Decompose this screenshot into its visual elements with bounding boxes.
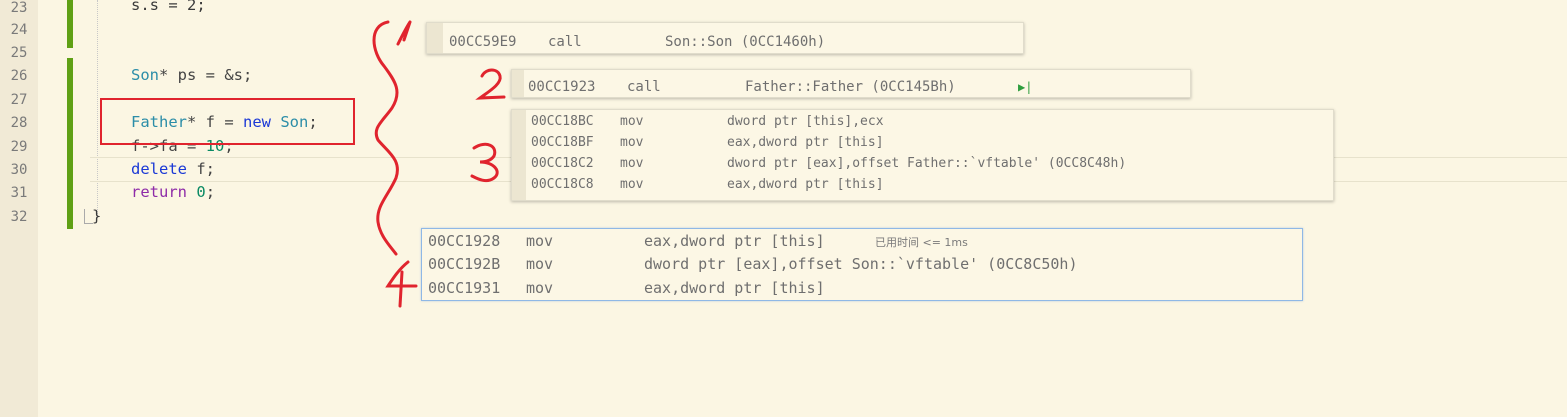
- keyword-token: delete: [131, 160, 187, 178]
- asm-address: 00CC18C8: [531, 177, 594, 192]
- line-number: 24: [10, 22, 28, 38]
- code-text: }: [92, 207, 102, 225]
- line-number: 32: [10, 209, 28, 225]
- asm-operand: dword ptr [this],ecx: [727, 114, 884, 129]
- asm-row[interactable]: 00CC18BF mov eax,dword ptr [this]: [531, 134, 1331, 151]
- asm-address: 00CC18BC: [531, 114, 594, 129]
- elapsed-time-hint: 已用时间 <= 1ms: [875, 236, 968, 249]
- annotation-number-2: [475, 68, 506, 100]
- asm-address: 00CC1931: [428, 279, 501, 297]
- code-text: f;: [187, 160, 215, 178]
- asm-opcode: mov: [620, 156, 644, 171]
- asm-row[interactable]: 00CC59E9 call Son::Son (0CC1460h): [449, 33, 1019, 51]
- code-line-26[interactable]: Son* ps = &s;: [131, 66, 252, 84]
- annotation-number-4: [385, 260, 418, 308]
- asm-operand: dword ptr [eax],offset Father::`vftable'…: [727, 156, 1127, 171]
- disassembly-peek-popup-4[interactable]: 00CC1928 mov eax,dword ptr [this] 00CC19…: [421, 228, 1303, 301]
- asm-opcode: call: [548, 34, 582, 50]
- asm-address: 00CC18C2: [531, 156, 594, 171]
- asm-operand: Father::Father (0CC145Bh): [745, 79, 956, 95]
- asm-address: 00CC59E9: [449, 34, 517, 50]
- asm-address: 00CC18BF: [531, 135, 594, 150]
- code-text: ;: [205, 183, 216, 201]
- popup-margin: [512, 70, 524, 97]
- asm-row[interactable]: 00CC1931 mov eax,dword ptr [this]: [428, 279, 1298, 297]
- indent-guide: [97, 0, 98, 218]
- asm-address: 00CC1928: [428, 232, 501, 250]
- asm-row[interactable]: 00CC1923 call Father::Father (0CC145Bh): [528, 78, 1188, 96]
- asm-operand: eax,dword ptr [this]: [644, 279, 825, 297]
- asm-opcode: call: [627, 79, 661, 95]
- disassembly-peek-popup-3[interactable]: 00CC18BC mov dword ptr [this],ecx 00CC18…: [511, 109, 1334, 201]
- change-indicator-bar: [67, 58, 73, 229]
- code-line-31[interactable]: return 0;: [131, 183, 215, 201]
- line-number: 23: [10, 0, 28, 16]
- line-number: 26: [10, 68, 28, 84]
- run-to-cursor-icon[interactable]: ▶|: [1018, 80, 1032, 94]
- highlight-box-new-son: [100, 98, 355, 145]
- asm-address: 00CC1923: [528, 79, 596, 95]
- curly-brace-mark: [372, 20, 399, 256]
- asm-opcode: mov: [620, 135, 644, 150]
- asm-row[interactable]: 00CC18BC mov dword ptr [this],ecx: [531, 113, 1331, 130]
- keyword-token: return: [131, 183, 187, 201]
- scope-end-marker: [84, 209, 93, 224]
- asm-operand: dword ptr [eax],offset Son::`vftable' (0…: [644, 255, 1078, 273]
- asm-operand: eax,dword ptr [this]: [644, 232, 825, 250]
- asm-operand: Son::Son (0CC1460h): [665, 34, 826, 50]
- line-number: 29: [10, 139, 28, 155]
- asm-opcode: mov: [526, 279, 554, 297]
- asm-operand: eax,dword ptr [this]: [727, 135, 884, 150]
- popup-margin: [512, 110, 526, 200]
- disassembly-peek-popup-2[interactable]: 00CC1923 call Father::Father (0CC145Bh) …: [511, 69, 1191, 98]
- asm-opcode: mov: [620, 177, 644, 192]
- code-text: s.s = 2;: [131, 0, 206, 14]
- line-number: 31: [10, 185, 28, 201]
- asm-operand: eax,dword ptr [this]: [727, 177, 884, 192]
- code-line-32[interactable]: }: [92, 207, 101, 225]
- asm-row[interactable]: 00CC18C8 mov eax,dword ptr [this]: [531, 176, 1331, 193]
- line-number: 28: [10, 115, 28, 131]
- asm-opcode: mov: [526, 232, 554, 250]
- code-line-30[interactable]: delete f;: [131, 160, 215, 178]
- number-token: 0: [196, 183, 206, 201]
- asm-address: 00CC192B: [428, 255, 501, 273]
- code-text: * ps = &s;: [159, 66, 253, 84]
- line-number: 30: [10, 162, 28, 178]
- asm-row[interactable]: 00CC18C2 mov dword ptr [eax],offset Fath…: [531, 155, 1331, 172]
- code-line-23[interactable]: s.s = 2;: [131, 0, 206, 14]
- disassembly-peek-popup-1[interactable]: 00CC59E9 call Son::Son (0CC1460h): [426, 22, 1024, 54]
- annotation-number-1: [396, 20, 412, 46]
- asm-opcode: mov: [620, 114, 644, 129]
- line-number: 25: [10, 45, 28, 61]
- change-indicator-bar: [67, 0, 73, 48]
- line-number: 27: [10, 92, 28, 108]
- popup-margin: [427, 23, 443, 53]
- asm-opcode: mov: [526, 255, 554, 273]
- type-token: Son: [131, 66, 159, 84]
- asm-row[interactable]: 00CC1928 mov eax,dword ptr [this]: [428, 232, 1298, 250]
- asm-row[interactable]: 00CC192B mov dword ptr [eax],offset Son:…: [428, 255, 1298, 273]
- handwritten-annotations: [372, 20, 506, 308]
